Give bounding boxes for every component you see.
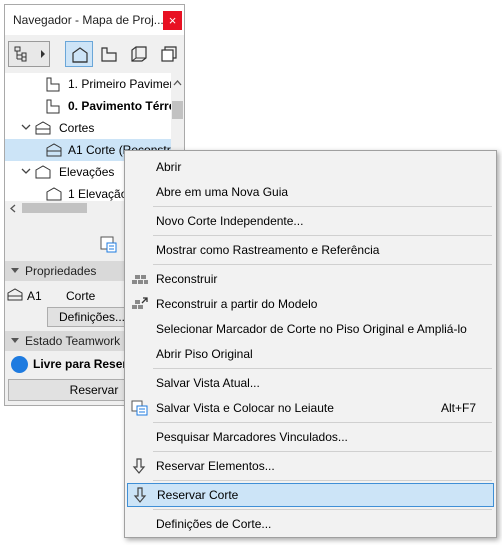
house-icon (72, 47, 88, 63)
tree-view-icon (14, 46, 45, 62)
scrollbar-thumb[interactable] (22, 203, 87, 213)
story-icon (46, 77, 60, 92)
menu-item-save-current-view[interactable]: Salvar Vista Atual... (125, 371, 496, 395)
menu-item-label: Reservar Corte (157, 488, 239, 502)
menu-item-rebuild-from-model[interactable]: Reconstruir a partir do Modelo (125, 292, 496, 316)
tree-item-label: 0. Pavimento Térreo (68, 99, 171, 113)
context-menu: Abrir Abre em uma Nova Guia Novo Corte I… (124, 150, 497, 538)
layout-book-tab[interactable] (125, 41, 153, 67)
view-mode-dropdown-button[interactable] (8, 41, 50, 67)
menu-item-label: Definições de Corte... (156, 517, 272, 531)
save-view-place-icon (131, 400, 148, 416)
menu-item-open[interactable]: Abrir (125, 155, 496, 179)
reserve-arrow-icon (133, 487, 147, 503)
menu-separator (153, 451, 492, 452)
tree-item-story-1[interactable]: 1. Primeiro Pavimen (5, 73, 171, 95)
story-icon (46, 99, 60, 114)
teamwork-status-icon (11, 356, 28, 373)
tree-item-label: Elevações (59, 165, 115, 179)
menu-item-open-original-floor[interactable]: Abrir Piso Original (125, 342, 496, 366)
menu-separator (153, 235, 492, 236)
menu-item-label: Selecionar Marcador de Corte no Piso Ori… (156, 322, 467, 336)
menu-item-label: Reconstruir a partir do Modelo (156, 297, 318, 311)
tree-item-story-0[interactable]: 0. Pavimento Térreo (5, 95, 171, 117)
collapse-triangle-icon (11, 268, 19, 273)
menu-item-label: Pesquisar Marcadores Vinculados... (156, 430, 348, 444)
tree-item-label: Cortes (59, 121, 95, 135)
menu-separator (153, 368, 492, 369)
section-icon (46, 143, 62, 157)
menu-separator (153, 509, 492, 510)
project-map-tab[interactable] (65, 41, 93, 67)
scrollbar-thumb[interactable] (172, 101, 183, 119)
menu-item-label: Abrir Piso Original (156, 347, 253, 361)
menu-item-new-independent-section[interactable]: Novo Corte Independente... (125, 209, 496, 233)
view-map-icon (101, 47, 117, 62)
menu-item-save-view-place-layout[interactable]: Salvar Vista e Colocar no Leiaute Alt+F7 (125, 396, 496, 420)
properties-header-label: Propriedades (25, 264, 97, 278)
menu-item-label: Novo Corte Independente... (156, 214, 304, 228)
rebuild-from-model-icon (132, 297, 148, 309)
navigator-titlebar[interactable]: Navegador - Mapa de Proj... × (5, 5, 184, 35)
menu-item-select-marker[interactable]: Selecionar Marcador de Corte no Piso Ori… (125, 317, 496, 341)
tree-item-sections-folder[interactable]: Cortes (5, 117, 171, 139)
menu-item-label: Reservar Elementos... (156, 459, 275, 473)
menu-item-search-linked-markers[interactable]: Pesquisar Marcadores Vinculados... (125, 425, 496, 449)
tree-item-label: 1. Primeiro Pavimen (68, 77, 171, 91)
menu-item-label: Salvar Vista Atual... (156, 376, 260, 390)
menu-item-open-new-tab[interactable]: Abre em uma Nova Guia (125, 180, 496, 204)
menu-separator (153, 480, 492, 481)
layout-book-icon (131, 46, 147, 62)
navigator-toolbar (5, 35, 184, 74)
menu-item-reserve-elements[interactable]: Reservar Elementos... (125, 454, 496, 478)
chevron-up-icon[interactable] (173, 79, 182, 86)
publisher-sets-tab[interactable] (155, 41, 183, 67)
reserve-button-label: Reservar (69, 383, 119, 397)
menu-item-reserve-section[interactable]: Reservar Corte (127, 483, 494, 507)
section-icon (7, 288, 23, 301)
reserve-arrow-icon (132, 458, 146, 474)
menu-item-section-settings[interactable]: Definições de Corte... (125, 512, 496, 536)
rebuild-icon (132, 275, 148, 284)
menu-separator (153, 422, 492, 423)
menu-separator (153, 206, 492, 207)
close-button[interactable]: × (163, 11, 182, 30)
publisher-icon (161, 46, 177, 62)
elevation-icon (46, 187, 62, 201)
property-id: A1 (27, 289, 42, 303)
menu-item-rebuild[interactable]: Reconstruir (125, 267, 496, 291)
chevron-down-icon[interactable] (21, 122, 31, 132)
section-folder-icon (35, 121, 51, 135)
menu-item-label: Abre em uma Nova Guia (156, 185, 289, 199)
elevation-folder-icon (35, 165, 51, 179)
menu-item-label: Mostrar como Rastreamento e Referência (156, 243, 380, 257)
menu-item-label: Reconstruir (156, 272, 218, 286)
menu-item-shortcut: Alt+F7 (440, 401, 476, 415)
view-settings-icon[interactable] (99, 235, 117, 253)
teamwork-header-label: Estado Teamwork (25, 334, 121, 348)
property-name: Corte (66, 289, 96, 303)
tree-item-label: 1 Elevação (68, 187, 128, 201)
menu-item-label: Salvar Vista e Colocar no Leiaute (156, 401, 334, 415)
menu-separator (153, 264, 492, 265)
menu-item-label: Abrir (156, 160, 182, 174)
chevron-down-icon[interactable] (21, 166, 31, 176)
chevron-left-icon[interactable] (9, 204, 16, 213)
definitions-button-label: Definições... (58, 310, 126, 324)
collapse-triangle-icon (11, 338, 19, 343)
navigator-title: Navegador - Mapa de Proj... (13, 13, 164, 27)
menu-item-show-as-trace[interactable]: Mostrar como Rastreamento e Referência (125, 238, 496, 262)
view-map-tab[interactable] (95, 41, 123, 67)
